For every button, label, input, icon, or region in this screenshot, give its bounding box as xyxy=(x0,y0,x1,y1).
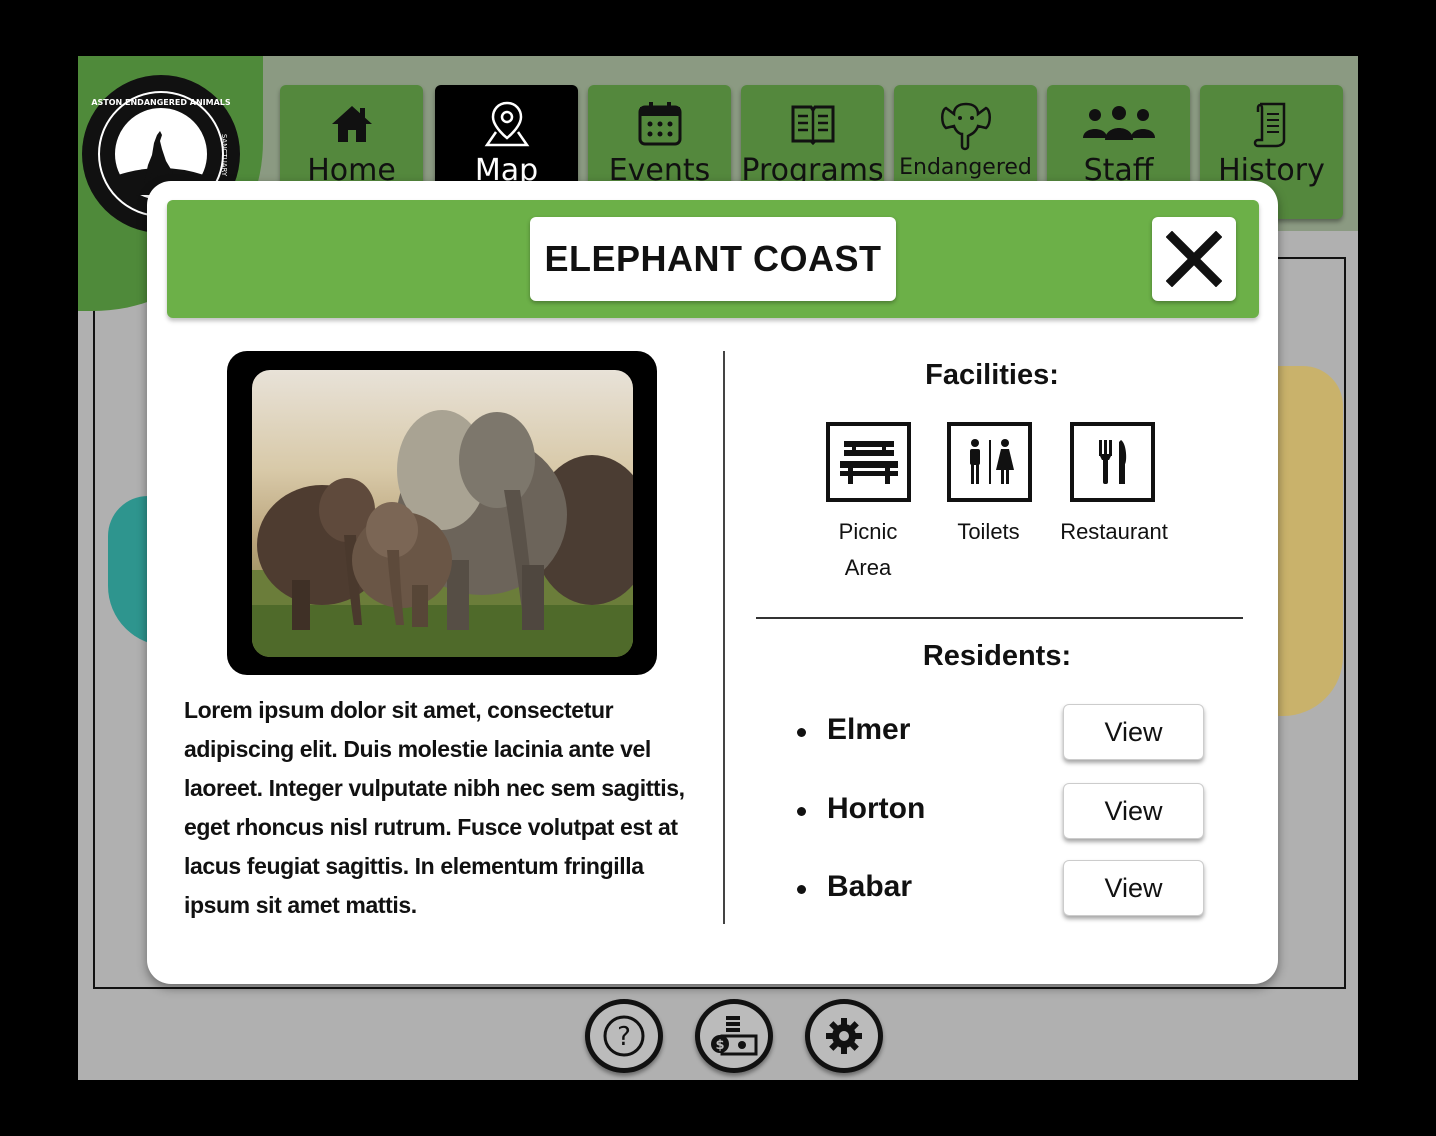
facilities-heading: Facilities: xyxy=(925,359,1059,391)
area-photo-frame xyxy=(227,351,657,675)
column-divider xyxy=(723,351,725,924)
close-icon xyxy=(1166,231,1222,287)
svg-text:SANCTUARY: SANCTUARY xyxy=(220,134,228,177)
toilets-icon xyxy=(969,439,1014,484)
calendar-icon xyxy=(588,99,731,149)
picnic-bench-icon xyxy=(839,441,898,484)
people-icon xyxy=(1047,99,1190,149)
section-divider xyxy=(756,617,1243,619)
resident-name-horton: Horton xyxy=(827,792,926,825)
home-icon xyxy=(280,99,423,149)
resident-bullet xyxy=(797,807,806,816)
area-detail-dialog: ELEPHANT COAST Lorem ipsum dolor sit ame… xyxy=(147,181,1278,984)
settings-button[interactable] xyxy=(805,999,883,1073)
settings-icon xyxy=(826,1018,862,1054)
elephant-icon xyxy=(894,99,1037,151)
area-description: Lorem ipsum dolor sit amet, consectetur … xyxy=(184,697,685,918)
resident-name-babar: Babar xyxy=(827,870,913,903)
facility-picnic-label-line1: Picnic xyxy=(838,519,898,544)
close-button[interactable] xyxy=(1152,217,1236,301)
elephant-photo xyxy=(252,370,633,657)
help-button[interactable]: ? xyxy=(585,999,663,1073)
facility-picnic-area[interactable] xyxy=(826,422,911,502)
resident-name-elmer: Elmer xyxy=(827,713,911,746)
book-icon xyxy=(741,99,884,149)
view-horton-button[interactable]: View xyxy=(1063,783,1204,839)
help-icon: ? xyxy=(603,1015,645,1057)
svg-text:ASTON ENDANGERED ANIMALS: ASTON ENDANGERED ANIMALS xyxy=(91,98,231,107)
facility-picnic-label: Picnic Area xyxy=(817,514,919,586)
view-babar-button[interactable]: View xyxy=(1063,860,1204,916)
facility-toilets-label: Toilets xyxy=(957,519,1020,544)
facility-restaurant[interactable] xyxy=(1070,422,1155,502)
facility-picnic-label-line2: Area xyxy=(844,555,892,580)
resident-bullet xyxy=(797,885,806,894)
facility-restaurant-label: Restaurant xyxy=(1060,519,1168,544)
donate-icon: $ xyxy=(711,1016,758,1056)
restaurant-icon xyxy=(1098,440,1126,484)
svg-text:?: ? xyxy=(617,1022,631,1052)
svg-text:$: $ xyxy=(715,1038,724,1053)
residents-heading: Residents: xyxy=(922,640,1072,672)
scroll-icon xyxy=(1200,99,1343,149)
facility-toilets[interactable] xyxy=(947,422,1032,502)
donate-button[interactable]: $ xyxy=(695,999,773,1073)
resident-bullet xyxy=(797,728,806,737)
dialog-header: ELEPHANT COAST xyxy=(167,200,1259,318)
view-elmer-button[interactable]: View xyxy=(1063,704,1204,760)
nav-endangered-label: Endangered xyxy=(899,155,1032,180)
map-pin-icon xyxy=(435,99,578,149)
dialog-title: ELEPHANT COAST xyxy=(530,217,896,301)
